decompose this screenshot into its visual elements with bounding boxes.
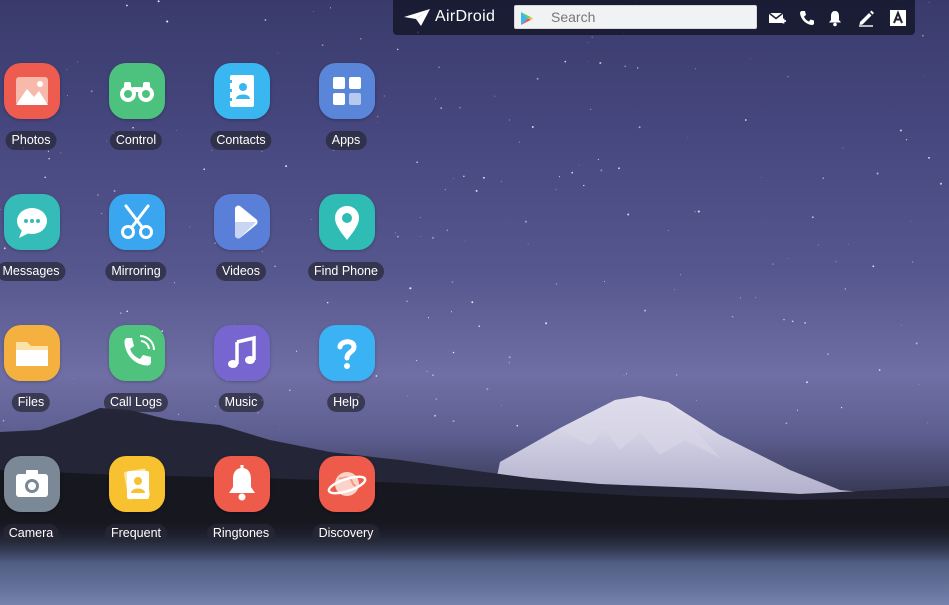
app-label: Photos (5, 131, 57, 150)
app-label: Ringtones (206, 524, 276, 543)
app-label: Call Logs (103, 393, 169, 412)
music-note-icon (214, 325, 270, 381)
binoculars-icon (109, 63, 165, 119)
app-label: Mirroring (105, 262, 167, 281)
phone-call-icon (109, 325, 165, 381)
app-music[interactable]: Music (191, 325, 291, 425)
planet-icon (319, 456, 375, 512)
app-label: Frequent (104, 524, 168, 543)
app-files[interactable]: Files (0, 325, 81, 425)
google-play-icon (521, 12, 533, 25)
contacts-book-icon (214, 63, 270, 119)
chat-bubble-icon (4, 194, 60, 250)
search-input[interactable] (551, 8, 751, 26)
scissors-icon (109, 194, 165, 250)
app-label: Apps (325, 131, 367, 150)
apps-grid-icon (319, 63, 375, 119)
app-frequent[interactable]: Frequent (86, 456, 186, 556)
logo-text: AirDroid (435, 8, 496, 25)
app-photos[interactable]: Photos (0, 63, 81, 163)
app-label: Music (218, 393, 264, 412)
app-messages[interactable]: Messages (0, 194, 81, 294)
play-icon (214, 194, 270, 250)
app-label: Help (327, 393, 365, 412)
app-contacts[interactable]: Contacts (191, 63, 291, 163)
app-videos[interactable]: Videos (191, 194, 291, 294)
app-mirroring[interactable]: Mirroring (86, 194, 186, 294)
airdroid-logo[interactable]: AirDroid (403, 7, 495, 27)
search-box[interactable] (514, 5, 757, 29)
app-control[interactable]: Control (86, 63, 186, 163)
paper-plane-logo-icon (404, 9, 430, 26)
message-icon[interactable] (768, 9, 786, 27)
app-label: Contacts (210, 131, 272, 150)
top-toolbar: AirDroid (393, 0, 915, 35)
app-label: Videos (216, 262, 266, 281)
folder-icon (4, 325, 60, 381)
app-call-logs[interactable]: Call Logs (86, 325, 186, 425)
edit-pen-icon[interactable] (857, 9, 875, 27)
app-find-phone[interactable]: Find Phone (296, 194, 396, 294)
frequent-contact-icon (109, 456, 165, 512)
app-label: Control (109, 131, 163, 150)
app-label: Messages (0, 262, 66, 281)
photos-icon (4, 63, 60, 119)
app-label: Discovery (312, 524, 380, 543)
app-camera[interactable]: Camera (0, 456, 81, 556)
app-discovery[interactable]: Discovery (296, 456, 396, 556)
app-help[interactable]: Help (296, 325, 396, 425)
notification-bell-icon[interactable] (826, 9, 844, 27)
bell-icon (214, 456, 270, 512)
app-label: Files (11, 393, 51, 412)
camera-icon (4, 456, 60, 512)
app-apps[interactable]: Apps (296, 63, 396, 163)
app-ringtones[interactable]: Ringtones (191, 456, 291, 556)
question-mark-icon (319, 325, 375, 381)
location-pin-icon (319, 194, 375, 250)
phone-icon[interactable] (798, 9, 816, 27)
app-label: Camera (2, 524, 60, 543)
app-label: Find Phone (308, 262, 384, 281)
font-a-icon[interactable] (889, 9, 907, 27)
